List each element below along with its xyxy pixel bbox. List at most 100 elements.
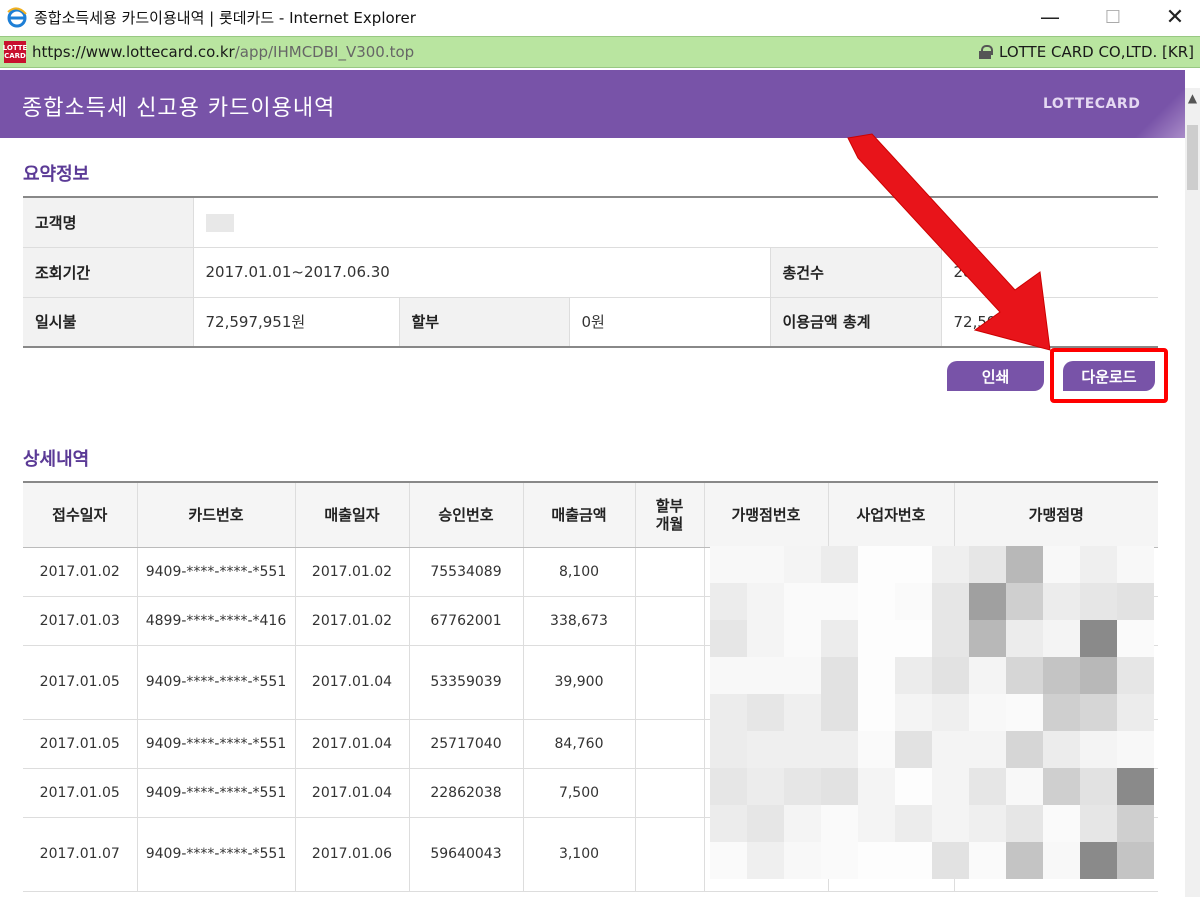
amount: 84,760 xyxy=(522,719,635,769)
mosaic-cell xyxy=(747,768,784,805)
mosaic-cell xyxy=(784,620,821,657)
mosaic-cell xyxy=(1043,805,1080,842)
mosaic-cell xyxy=(969,805,1006,842)
mosaic-cell xyxy=(858,657,895,694)
installment-label: 할부 xyxy=(398,297,569,348)
col-approval-number: 승인번호 xyxy=(408,481,523,548)
url-text[interactable]: https://www.lottecard.co.kr/app/IHMCDBI_… xyxy=(32,43,414,61)
mosaic-cell xyxy=(1006,842,1043,879)
mosaic-cell xyxy=(1080,768,1117,805)
lock-icon xyxy=(979,45,994,59)
redacted-name xyxy=(205,213,234,232)
mosaic-cell xyxy=(969,731,1006,768)
mosaic-cell xyxy=(1006,694,1043,731)
mosaic-cell xyxy=(821,842,858,879)
mosaic-cell xyxy=(932,620,969,657)
mosaic-cell xyxy=(858,694,895,731)
close-button[interactable]: ✕ xyxy=(1145,0,1200,34)
mosaic-cell xyxy=(1006,768,1043,805)
lottecard-logo: LOTTECARD xyxy=(1043,96,1141,112)
window-title: 종합소득세용 카드이용내역 | 롯데카드 - Internet Explorer xyxy=(34,8,416,27)
approval-number: 25717040 xyxy=(408,719,523,769)
mosaic-cell xyxy=(858,620,895,657)
mosaic-cell xyxy=(1080,842,1117,879)
mosaic-cell xyxy=(821,546,858,583)
mosaic-cell xyxy=(1080,805,1117,842)
approval-number: 22862038 xyxy=(408,768,523,818)
minimize-button[interactable]: — xyxy=(1020,0,1080,34)
sale-date: 2017.01.04 xyxy=(294,645,409,720)
installment-months xyxy=(634,768,704,818)
received-date: 2017.01.07 xyxy=(23,817,137,892)
mosaic-cell xyxy=(1006,657,1043,694)
col-received-date: 접수일자 xyxy=(23,481,137,548)
mosaic-cell xyxy=(969,583,1006,620)
card-number: 4899-****-****-*416 xyxy=(136,596,295,646)
mosaic-cell xyxy=(858,842,895,879)
certificate-info[interactable]: LOTTE CARD CO,LTD. [KR] xyxy=(979,43,1194,61)
mosaic-cell xyxy=(858,731,895,768)
installment-months xyxy=(634,596,704,646)
mosaic-cell xyxy=(932,731,969,768)
mosaic-cell xyxy=(858,583,895,620)
mosaic-cell xyxy=(747,694,784,731)
mosaic-cell xyxy=(1117,546,1154,583)
mosaic-cell xyxy=(784,768,821,805)
summary-section-title: 요약정보 xyxy=(23,164,90,185)
mosaic-cell xyxy=(895,546,932,583)
received-date: 2017.01.02 xyxy=(23,547,137,597)
mosaic-cell xyxy=(821,731,858,768)
mosaic-cell xyxy=(747,657,784,694)
mosaic-cell xyxy=(932,768,969,805)
mosaic-cell xyxy=(710,694,747,731)
mosaic-cell xyxy=(821,657,858,694)
amount: 338,673 xyxy=(522,596,635,646)
sale-date: 2017.01.02 xyxy=(294,547,409,597)
mosaic-cell xyxy=(1117,768,1154,805)
sale-date: 2017.01.02 xyxy=(294,596,409,646)
page-title: 종합소득세 신고용 카드이용내역 xyxy=(22,96,336,121)
maximize-button[interactable]: ☐ xyxy=(1083,0,1143,34)
scroll-up-icon[interactable]: ▲ xyxy=(1185,88,1200,108)
mosaic-cell xyxy=(1043,620,1080,657)
total-label: 이용금액 총계 xyxy=(769,297,941,348)
mosaic-cell xyxy=(1117,694,1154,731)
mosaic-cell xyxy=(895,620,932,657)
scrollbar-thumb[interactable] xyxy=(1187,125,1198,190)
mosaic-cell xyxy=(821,768,858,805)
mosaic-cell xyxy=(1043,546,1080,583)
sale-date: 2017.01.06 xyxy=(294,817,409,892)
mosaic-cell xyxy=(895,694,932,731)
mosaic-cell xyxy=(969,546,1006,583)
mosaic-cell xyxy=(1043,842,1080,879)
mosaic-cell xyxy=(1043,694,1080,731)
address-bar[interactable]: LOTTE CARD https://www.lottecard.co.kr/a… xyxy=(0,36,1200,68)
mosaic-cell xyxy=(1006,620,1043,657)
mosaic-cell xyxy=(858,546,895,583)
sale-date: 2017.01.04 xyxy=(294,768,409,818)
received-date: 2017.01.05 xyxy=(23,719,137,769)
internet-explorer-icon xyxy=(6,6,28,28)
mosaic-cell xyxy=(710,842,747,879)
mosaic-cell xyxy=(895,768,932,805)
mosaic-cell xyxy=(821,694,858,731)
mosaic-cell xyxy=(1080,620,1117,657)
customer-value xyxy=(192,196,1158,248)
approval-number: 59640043 xyxy=(408,817,523,892)
mosaic-cell xyxy=(747,546,784,583)
privacy-mosaic xyxy=(710,546,1172,897)
received-date: 2017.01.05 xyxy=(23,768,137,818)
card-number: 9409-****-****-*551 xyxy=(136,547,295,597)
mosaic-cell xyxy=(1006,805,1043,842)
print-button[interactable]: 인쇄 xyxy=(947,361,1044,391)
card-number: 9409-****-****-*551 xyxy=(136,768,295,818)
mosaic-cell xyxy=(710,620,747,657)
mosaic-cell xyxy=(895,657,932,694)
mosaic-cell xyxy=(821,583,858,620)
card-number: 9409-****-****-*551 xyxy=(136,645,295,720)
card-number: 9409-****-****-*551 xyxy=(136,817,295,892)
vertical-scrollbar[interactable] xyxy=(1185,88,1200,897)
mosaic-cell xyxy=(784,842,821,879)
received-date: 2017.01.05 xyxy=(23,645,137,720)
amount: 39,900 xyxy=(522,645,635,720)
